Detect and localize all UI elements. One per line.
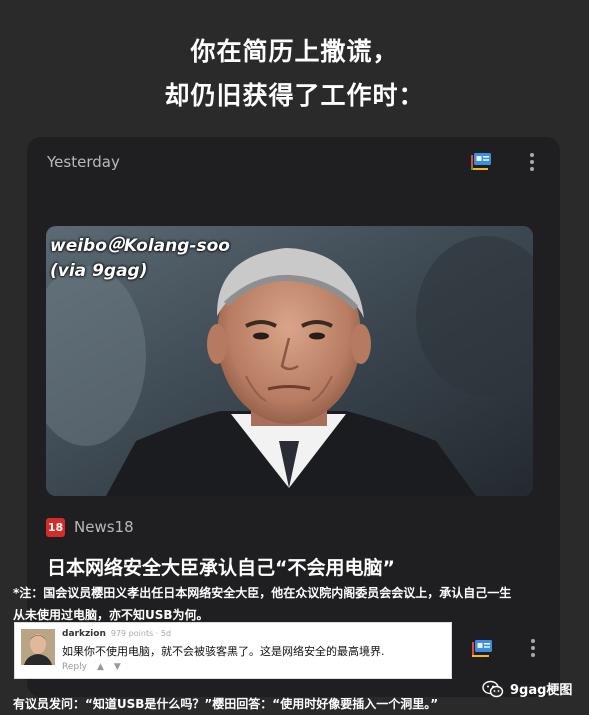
downvote-icon[interactable]: ▼ [114, 662, 121, 672]
headline: 你在简历上撒谎， 却仍旧获得了工作时： [0, 30, 589, 118]
watermark-line-2: (via 9gag) [50, 261, 148, 281]
note-line-1: *注：国会议员樱田义孝出任日本网络安全大臣，他在众议院内阁委员会会议上，承认自己… [13, 586, 512, 600]
article-title[interactable]: 日本网络安全大臣承认自己“不会用电脑” [47, 553, 395, 580]
source-row[interactable]: 18 News18 [46, 517, 134, 537]
feed-icon[interactable] [470, 638, 494, 660]
upvote-icon[interactable]: ▲ [97, 662, 104, 672]
comment-text: 如果你不使用电脑，就不会被骇客黑了。这是网络安全的最高境界. [62, 645, 385, 658]
image-watermark: weibo＠Kolang-soo (via 9gag) [50, 234, 230, 284]
comment-box: darkzion 979 points · 5d 如果你不使用电脑，就不会被骇客黑… [14, 622, 452, 679]
watermark-line-1: weibo＠Kolang-soo [50, 236, 230, 256]
reply-link[interactable]: Reply [62, 662, 87, 672]
wechat-account: 9gag梗图 [482, 679, 572, 698]
source-name: News18 [74, 518, 134, 536]
headline-line-1: 你在简历上撒谎， [190, 37, 399, 66]
feed-icon[interactable] [469, 151, 493, 173]
headline-line-2: 却仍旧获得了工作时： [164, 81, 425, 110]
avatar[interactable] [21, 629, 55, 665]
more-vertical-icon[interactable] [525, 151, 539, 175]
comment-meta: 979 points · 5d [110, 629, 172, 638]
username-text[interactable]: darkzion [62, 629, 106, 639]
article-photo[interactable]: weibo＠Kolang-soo (via 9gag) [46, 226, 533, 496]
bottom-note: 有议员发问：“知道USB是什么吗？”樱田回答：“使用时好像要插入一个洞里。” [13, 697, 439, 711]
more-vertical-icon[interactable] [526, 637, 540, 661]
card-date: Yesterday [47, 153, 120, 171]
translator-note: *注：国会议员樱田义孝出任日本网络安全大臣，他在众议院内阁委员会会议上，承认自己… [13, 582, 553, 626]
wechat-label: 9gag梗图 [510, 683, 573, 698]
comment-username[interactable]: darkzion 979 points · 5d [62, 629, 171, 639]
wechat-icon [482, 680, 504, 697]
source-logo: 18 [46, 517, 65, 537]
comment-actions: Reply ▲ ▼ [62, 662, 121, 672]
